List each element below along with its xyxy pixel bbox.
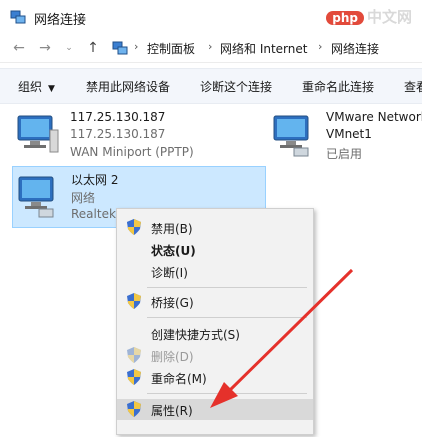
- annotation-arrow: [210, 268, 354, 408]
- arrow-shaft: [226, 268, 354, 394]
